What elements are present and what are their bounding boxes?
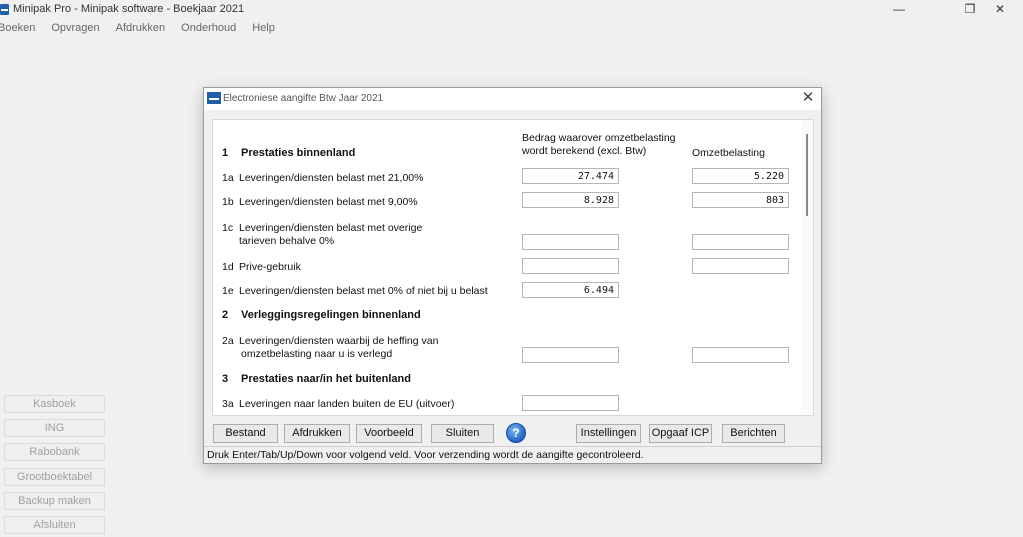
amount-field-1e[interactable]: 6.494 bbox=[522, 282, 619, 298]
row-number: 1a bbox=[222, 172, 234, 184]
amount-field-3a[interactable] bbox=[522, 395, 619, 411]
tax-field-1c[interactable] bbox=[692, 234, 789, 250]
row-label: Leveringen/diensten waarbij de heffing v… bbox=[239, 335, 439, 347]
dialog-title: Electroniese aangifte Btw Jaar 2021 bbox=[223, 93, 384, 104]
sidebar-button-kasboek[interactable]: Kasboek bbox=[4, 395, 105, 413]
status-text: Druk Enter/Tab/Up/Down voor volgend veld… bbox=[207, 449, 644, 461]
amount-column-header-line2: wordt berekend (excl. Btw) bbox=[522, 145, 647, 157]
close-window-button[interactable]: ✕ bbox=[977, 0, 1023, 20]
sidebar-button-grootboektabel[interactable]: Grootboektabel bbox=[4, 468, 105, 486]
section-title: Verleggingsregelingen binnenland bbox=[241, 309, 421, 321]
section-number: 1 bbox=[222, 147, 229, 159]
amount-field-1b[interactable]: 8.928 bbox=[522, 192, 619, 208]
menu-afdrukken[interactable]: Afdrukken bbox=[116, 20, 166, 36]
section-title: Prestaties binnenland bbox=[241, 147, 356, 159]
section-number: 3 bbox=[222, 373, 229, 385]
sidebar-button-ing[interactable]: ING bbox=[4, 419, 105, 437]
section-title: Prestaties naar/in het buitenland bbox=[241, 373, 411, 385]
amount-field-1a[interactable]: 27.474 bbox=[522, 168, 619, 184]
row-number: 1d bbox=[222, 261, 234, 273]
row-label: Leveringen/diensten belast met 0% of nie… bbox=[239, 285, 488, 297]
voorbeeld-button[interactable]: Voorbeeld bbox=[356, 424, 422, 443]
row-label: Prive-gebruik bbox=[239, 261, 301, 273]
berichten-button[interactable]: Berichten bbox=[722, 424, 785, 443]
row-label: Leveringen/diensten belast met 9,00% bbox=[239, 196, 418, 208]
bestand-button[interactable]: Bestand bbox=[213, 424, 278, 443]
scrollbar-thumb[interactable] bbox=[806, 134, 808, 216]
instellingen-button[interactable]: Instellingen bbox=[576, 424, 641, 443]
sidebar-button-backup[interactable]: Backup maken bbox=[4, 492, 105, 510]
row-label-continued: omzetbelasting naar u is verlegd bbox=[241, 348, 393, 360]
tax-field-1b[interactable]: 803 bbox=[692, 192, 789, 208]
opgaaf-icp-button[interactable]: Opgaaf ICP bbox=[649, 424, 712, 443]
row-label: Leveringen naar landen buiten de EU (uit… bbox=[239, 398, 455, 410]
sidebar-button-rabobank[interactable]: Rabobank bbox=[4, 443, 105, 461]
sidebar-button-afsluiten[interactable]: Afsluiten bbox=[4, 516, 105, 534]
minimize-button[interactable]: — bbox=[876, 0, 922, 20]
btw-aangifte-dialog: Electroniese aangifte Btw Jaar 2021 ✕ Be… bbox=[203, 87, 822, 464]
menu-opvragen[interactable]: Opvragen bbox=[51, 20, 99, 36]
afdrukken-button[interactable]: Afdrukken bbox=[284, 424, 350, 443]
section-number: 2 bbox=[222, 309, 229, 321]
status-bar: Druk Enter/Tab/Up/Down voor volgend veld… bbox=[204, 446, 821, 463]
aangifte-form: Bedrag waarover omzetbelasting wordt ber… bbox=[212, 119, 814, 416]
form-scrollbar[interactable] bbox=[801, 120, 813, 415]
tax-field-1a[interactable]: 5.220 bbox=[692, 168, 789, 184]
app-titlebar: Minipak Pro - Minipak software - Boekjaa… bbox=[0, 0, 1023, 20]
tax-field-2a[interactable] bbox=[692, 347, 789, 363]
dialog-close-button[interactable]: ✕ bbox=[799, 89, 817, 107]
menu-help[interactable]: Help bbox=[252, 20, 275, 36]
tax-column-header: Omzetbelasting bbox=[692, 147, 765, 159]
menu-onderhoud[interactable]: Onderhoud bbox=[181, 20, 236, 36]
amount-field-2a[interactable] bbox=[522, 347, 619, 363]
tax-field-1d[interactable] bbox=[692, 258, 789, 274]
menu-bar: Boeken Opvragen Afdrukken Onderhoud Help bbox=[0, 20, 291, 36]
amount-column-header-line1: Bedrag waarover omzetbelasting bbox=[522, 132, 676, 144]
dialog-titlebar: Electroniese aangifte Btw Jaar 2021 ✕ bbox=[204, 88, 821, 110]
app-logo-icon bbox=[207, 92, 221, 104]
app-logo-icon bbox=[0, 4, 9, 15]
menu-boeken[interactable]: Boeken bbox=[0, 20, 35, 36]
row-label: Leveringen/diensten belast met overige bbox=[239, 222, 423, 234]
row-label-continued: tarieven behalve 0% bbox=[239, 235, 335, 247]
amount-field-1d[interactable] bbox=[522, 258, 619, 274]
row-label: Leveringen/diensten belast met 21,00% bbox=[239, 172, 424, 184]
amount-field-1c[interactable] bbox=[522, 234, 619, 250]
row-number: 3a bbox=[222, 398, 234, 410]
row-number: 1e bbox=[222, 285, 234, 297]
row-number: 2a bbox=[222, 335, 234, 347]
row-number: 1c bbox=[222, 222, 234, 234]
sluiten-button[interactable]: Sluiten bbox=[431, 424, 494, 443]
row-number: 1b bbox=[222, 196, 234, 208]
help-icon[interactable]: ? bbox=[506, 423, 526, 443]
app-title: Minipak Pro - Minipak software - Boekjaa… bbox=[13, 3, 245, 15]
